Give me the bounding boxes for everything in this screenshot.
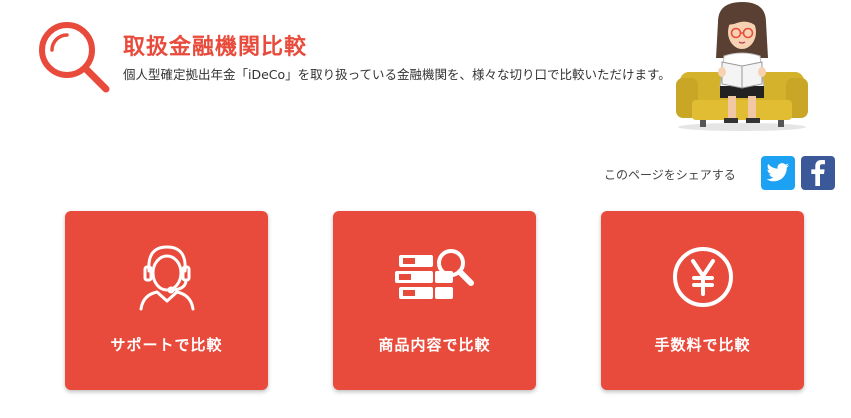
page-description: 個人型確定拠出年金「iDeCo」を取り扱っている金融機関を、様々な切り口で比較い… [123, 67, 671, 82]
reading-woman-illustration [676, 2, 808, 131]
card-label: 商品内容で比較 [378, 336, 491, 354]
twitter-share-button[interactable] [761, 156, 795, 190]
compare-by-products-card[interactable]: 商品内容で比較 [333, 211, 536, 390]
operator-headset-icon [139, 245, 194, 311]
yen-coin-icon [672, 247, 733, 307]
facebook-share-button[interactable] [801, 156, 835, 190]
compare-by-fees-card[interactable]: 手数料で比較 [601, 211, 804, 390]
share-label: このページをシェアする [604, 168, 736, 182]
facebook-icon [811, 160, 825, 186]
compare-by-support-card[interactable]: サポートで比較 [65, 211, 268, 390]
twitter-icon [766, 163, 789, 182]
magnifier-icon [39, 22, 110, 93]
card-label: 手数料で比較 [654, 336, 751, 354]
documents-search-icon [394, 249, 474, 299]
page-title: 取扱金融機関比較 [123, 35, 308, 60]
card-label: サポートで比較 [110, 336, 223, 354]
